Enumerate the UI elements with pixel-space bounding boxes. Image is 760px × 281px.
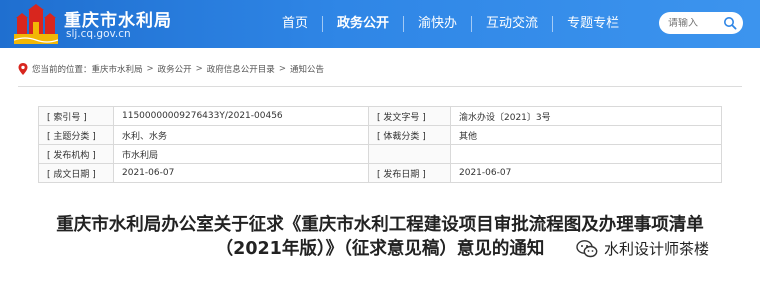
table-row: [ 主题分类 ] 水利、水务 [ 体裁分类 ] 其他: [38, 125, 722, 145]
watermark-text: 水利设计师茶楼: [604, 240, 710, 258]
index-label: [ 索引号 ]: [38, 106, 114, 126]
published-date-value: 2021-06-07: [450, 163, 722, 183]
breadcrumb-item-gov-affairs[interactable]: 政务公开: [158, 63, 192, 75]
created-date-label: [ 成文日期 ]: [38, 163, 114, 183]
breadcrumb-prefix: 您当前的位置：: [32, 65, 92, 75]
wechat-icon: [576, 239, 598, 257]
breadcrumb-item-notices[interactable]: 通知公告: [290, 63, 324, 75]
nav-item-interaction[interactable]: 互动交流: [471, 16, 552, 32]
document-info-table: [ 索引号 ] 11500000009276433Y/2021-00456 [ …: [38, 106, 722, 183]
doc-no-label: [ 发文字号 ]: [368, 106, 451, 126]
main-nav: 首页 政务公开 渝快办 互动交流 专题专栏: [268, 0, 633, 48]
index-value: 11500000009276433Y/2021-00456: [113, 106, 369, 126]
emblem-logo-icon[interactable]: [14, 4, 58, 44]
breadcrumb-separator: >: [146, 64, 154, 74]
table-row: [ 成文日期 ] 2021-06-07 [ 发布日期 ] 2021-06-07: [38, 163, 722, 183]
topic-value: 水利、水务: [113, 125, 369, 145]
article-title-line: 重庆市水利局办公室关于征求《重庆市水利工程建设项目审批流程图及办理事项清单: [56, 215, 704, 235]
wechat-watermark: 水利设计师茶楼: [576, 238, 709, 259]
site-header: 重庆市水利局 slj.cq.gov.cn 首页 政务公开 渝快办 互动交流 专题…: [0, 0, 760, 48]
org-label: [ 发布机构 ]: [38, 144, 114, 164]
location-pin-icon: [18, 63, 28, 75]
created-date-value: 2021-06-07: [113, 163, 369, 183]
search-input[interactable]: [668, 17, 724, 29]
breadcrumb-separator: >: [278, 64, 286, 74]
search-box: [659, 12, 743, 34]
search-icon[interactable]: [723, 16, 737, 30]
table-row: [ 索引号 ] 11500000009276433Y/2021-00456 [ …: [38, 106, 722, 126]
empty-cell: [368, 144, 451, 164]
topic-label: [ 主题分类 ]: [38, 125, 114, 145]
breadcrumb-item-catalog[interactable]: 政府信息公开目录: [207, 63, 275, 75]
org-value: 市水利局: [113, 144, 369, 164]
breadcrumb-separator: >: [195, 64, 203, 74]
site-domain: slj.cq.gov.cn: [66, 28, 131, 40]
genre-value: 其他: [450, 125, 722, 145]
empty-cell: [450, 144, 722, 164]
breadcrumb: 您当前的位置： 重庆市水利局 > 政务公开 > 政府信息公开目录 > 通知公告: [18, 62, 324, 76]
nav-item-gov-affairs[interactable]: 政务公开: [322, 16, 403, 32]
published-date-label: [ 发布日期 ]: [368, 163, 451, 183]
nav-item-yukuaiban[interactable]: 渝快办: [403, 16, 471, 32]
genre-label: [ 体裁分类 ]: [368, 125, 451, 145]
table-row: [ 发布机构 ] 市水利局: [38, 144, 722, 164]
breadcrumb-divider: [18, 86, 742, 87]
nav-item-home[interactable]: 首页: [268, 16, 322, 32]
doc-no-value: 渝水办设〔2021〕3号: [450, 106, 722, 126]
nav-item-topics[interactable]: 专题专栏: [552, 16, 633, 32]
breadcrumb-item-bureau[interactable]: 重庆市水利局: [92, 63, 143, 75]
